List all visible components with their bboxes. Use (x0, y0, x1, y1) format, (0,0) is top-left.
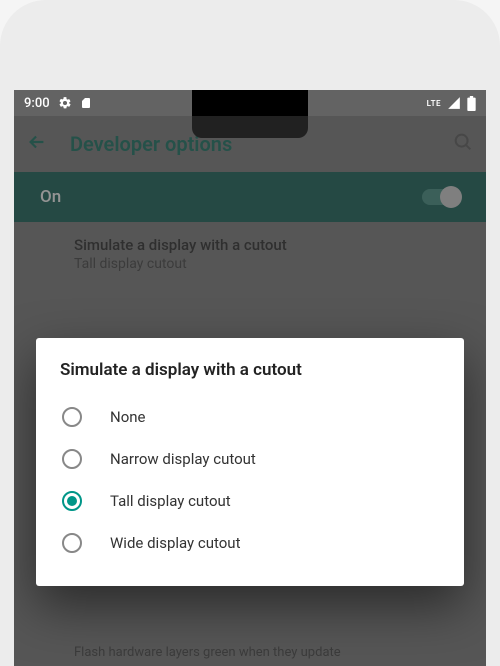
radio-icon (62, 491, 82, 511)
cutout-dialog: Simulate a display with a cutout None Nar… (36, 338, 464, 586)
phone-frame: 9:00 LTE Develo (0, 0, 500, 666)
lte-indicator: LTE (427, 99, 441, 108)
radio-option[interactable]: Tall display cutout (60, 480, 440, 522)
battery-icon (467, 96, 476, 111)
radio-option[interactable]: Wide display cutout (60, 522, 440, 564)
sd-card-icon (80, 96, 92, 110)
radio-label: Narrow display cutout (110, 450, 256, 468)
radio-label: Tall display cutout (110, 492, 231, 510)
radio-option[interactable]: Narrow display cutout (60, 438, 440, 480)
radio-label: None (110, 408, 146, 426)
signal-icon (447, 96, 461, 110)
settings-notification-icon (58, 96, 72, 110)
radio-group: None Narrow display cutout Tall display cu… (60, 396, 440, 564)
status-time: 9:00 (24, 96, 50, 111)
screen: 9:00 LTE Develo (14, 90, 486, 666)
radio-option[interactable]: None (60, 396, 440, 438)
radio-icon (62, 533, 82, 553)
radio-label: Wide display cutout (110, 534, 241, 552)
dialog-title: Simulate a display with a cutout (60, 360, 440, 380)
radio-icon (62, 407, 82, 427)
radio-icon (62, 449, 82, 469)
